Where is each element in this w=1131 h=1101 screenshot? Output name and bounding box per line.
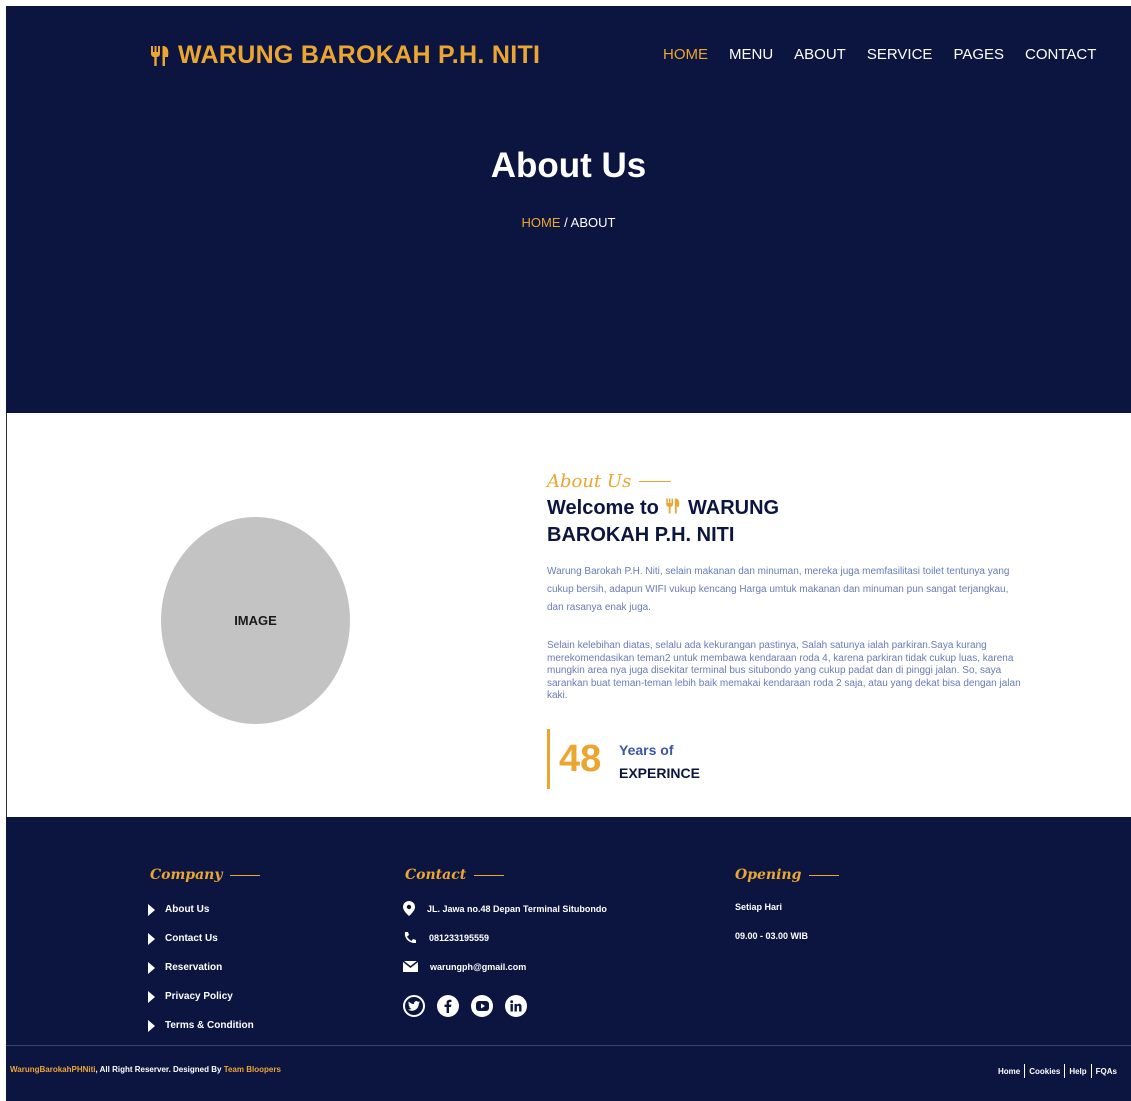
footer-link-label: Privacy Policy [165, 991, 233, 1002]
main-nav: HOME MENU ABOUT SERVICE PAGES CONTACT [663, 46, 1117, 63]
footer-link-reservation[interactable]: Reservation [148, 953, 254, 982]
bottom-link-cookies[interactable]: Cookies [1029, 1067, 1060, 1076]
facebook-icon[interactable] [437, 995, 459, 1017]
about-paragraph-2: Selain kelebihan diatas, selalu ada keku… [547, 640, 1021, 701]
contact-heading: Contact [405, 867, 505, 883]
footer-link-about[interactable]: About Us [148, 895, 254, 924]
years-number: 48 [559, 738, 602, 780]
bottom-links: Home Cookies Help FQAs [998, 1064, 1117, 1078]
about-paragraph-1: Warung Barokah P.H. Niti, selain makanan… [547, 566, 1010, 613]
footer-link-terms[interactable]: Terms & Condition [148, 1011, 254, 1040]
company-heading: Company [150, 867, 261, 883]
footer-link-label: About Us [165, 904, 210, 915]
triangle-bullet-icon [148, 932, 155, 945]
twitter-icon[interactable] [403, 995, 425, 1017]
image-placeholder-label: IMAGE [234, 613, 277, 628]
hero-section: WARUNG BAROKAH P.H. NITI HOME MENU ABOUT… [6, 6, 1131, 413]
brand-logo[interactable]: WARUNG BAROKAH P.H. NITI [148, 41, 540, 70]
heading-divider [809, 874, 840, 876]
triangle-bullet-icon [148, 961, 155, 974]
footer-link-privacy[interactable]: Privacy Policy [148, 982, 254, 1011]
triangle-bullet-icon [148, 1019, 155, 1032]
welcome-heading: Welcome to WARUNG BAROKAH P.H. NITI [547, 495, 847, 549]
nav-service[interactable]: SERVICE [867, 46, 933, 63]
bottom-link-faqs[interactable]: FQAs [1096, 1067, 1117, 1076]
link-separator [1024, 1064, 1026, 1078]
map-pin-icon [403, 901, 415, 916]
brand-name: WARUNG BAROKAH P.H. NITI [178, 41, 541, 69]
footer-link-contact[interactable]: Contact Us [148, 924, 254, 953]
opening-days: Setiap Hari [735, 902, 783, 912]
social-links [403, 995, 527, 1017]
company-heading-text: Company [150, 867, 223, 883]
years-label: Years of [619, 742, 674, 758]
heading-divider [474, 874, 505, 876]
nav-pages[interactable]: PAGES [953, 46, 1004, 63]
copyright: WarungBarokahPHNiti, All Right Reserver.… [10, 1065, 281, 1074]
stat-accent-bar [547, 729, 550, 789]
footer-divider [6, 1045, 1131, 1046]
nav-contact[interactable]: CONTACT [1025, 46, 1096, 63]
email-text[interactable]: warungph@gmail.com [430, 962, 526, 972]
address-text: JL. Jawa no.48 Depan Terminal Situbondo [427, 903, 607, 914]
opening-hours: 09.00 - 03.00 WIB [735, 931, 809, 941]
copyright-team[interactable]: Team Bloopers [224, 1065, 281, 1074]
image-placeholder: IMAGE [161, 517, 350, 724]
bottom-link-help[interactable]: Help [1069, 1067, 1086, 1076]
phone-row: 081233195559 [403, 931, 489, 945]
phone-text[interactable]: 081233195559 [429, 933, 489, 943]
about-section: IMAGE About Us Welcome to WARUNG BAROKAH… [6, 413, 1131, 817]
breadcrumb-home[interactable]: HOME [522, 215, 561, 230]
fork-knife-icon [151, 45, 169, 66]
welcome-brand-line2: BAROKAH P.H. NITI [547, 524, 735, 546]
company-links: About Us Contact Us Reservation Privacy … [148, 895, 254, 1040]
fork-knife-icon [666, 498, 680, 514]
copyright-brand[interactable]: WarungBarokahPHNiti [10, 1065, 96, 1074]
email-row: warungph@gmail.com [403, 961, 526, 972]
opening-heading-text: Opening [735, 867, 802, 883]
nav-menu[interactable]: MENU [729, 46, 773, 63]
opening-heading: Opening [735, 867, 840, 883]
page-title: About Us [490, 146, 647, 185]
footer-link-label: Contact Us [165, 933, 218, 944]
about-eyebrow: About Us [547, 471, 672, 492]
breadcrumb-current: ABOUT [570, 215, 616, 230]
triangle-bullet-icon [148, 903, 155, 916]
address-row: JL. Jawa no.48 Depan Terminal Situbondo [403, 901, 607, 916]
welcome-brand-line1: WARUNG [688, 497, 780, 519]
breadcrumb: HOME / ABOUT [6, 215, 1131, 230]
youtube-icon[interactable] [471, 995, 493, 1017]
copyright-text: , All Right Reserver. Designed By [95, 1065, 224, 1074]
envelope-icon [403, 961, 418, 972]
phone-icon [404, 932, 416, 944]
bottom-link-home[interactable]: Home [998, 1067, 1020, 1076]
triangle-bullet-icon [148, 990, 155, 1003]
experience-label: EXPERINCE [619, 765, 700, 781]
breadcrumb-separator: / [560, 215, 571, 230]
link-separator [1090, 1064, 1092, 1078]
heading-divider [230, 874, 261, 876]
link-separator [1064, 1064, 1066, 1078]
nav-home[interactable]: HOME [663, 46, 708, 63]
about-eyebrow-text: About Us [547, 471, 632, 492]
welcome-prefix: Welcome to [547, 497, 659, 519]
nav-about[interactable]: ABOUT [794, 46, 846, 63]
site-footer: Company About Us Contact Us Reservation … [6, 817, 1131, 1101]
footer-link-label: Reservation [165, 962, 223, 973]
contact-heading-text: Contact [405, 867, 467, 883]
eyebrow-divider [639, 481, 672, 482]
linkedin-icon[interactable] [505, 995, 527, 1017]
footer-link-label: Terms & Condition [165, 1020, 254, 1031]
